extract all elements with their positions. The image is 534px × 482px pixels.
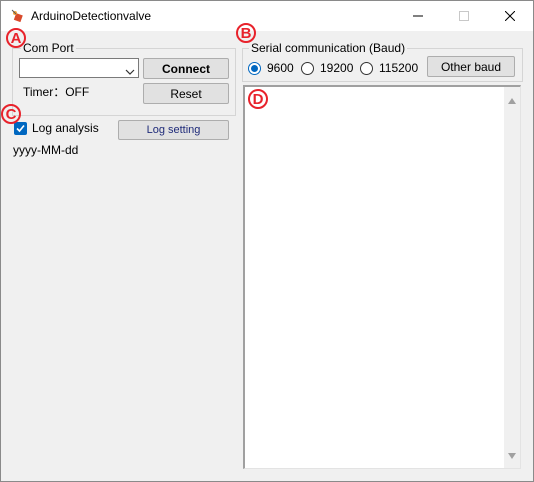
title-bar[interactable]: ArduinoDetectionvalve bbox=[1, 1, 533, 31]
connect-button[interactable]: Connect bbox=[143, 58, 229, 79]
log-analysis-checkbox[interactable] bbox=[14, 122, 27, 135]
scroll-up-icon[interactable] bbox=[508, 93, 516, 107]
com-port-group-label: Com Port bbox=[21, 41, 76, 55]
timer-status: Timer：OFF bbox=[23, 85, 90, 99]
scroll-down-icon[interactable] bbox=[508, 448, 516, 462]
vertical-scrollbar[interactable] bbox=[504, 87, 520, 468]
annotation-marker-d: D bbox=[248, 89, 268, 109]
minimize-icon bbox=[413, 15, 423, 17]
other-baud-button[interactable]: Other baud bbox=[427, 56, 515, 77]
window-title: ArduinoDetectionvalve bbox=[31, 9, 152, 23]
baud-115200-label[interactable]: 115200 bbox=[379, 61, 418, 75]
annotation-marker-a: A bbox=[6, 28, 26, 48]
log-setting-button[interactable]: Log setting bbox=[118, 120, 229, 140]
reset-button[interactable]: Reset bbox=[143, 83, 229, 104]
close-icon bbox=[505, 11, 515, 21]
maximize-icon bbox=[459, 11, 469, 21]
baud-19200-radio[interactable] bbox=[301, 62, 314, 75]
annotation-marker-b: B bbox=[236, 23, 256, 43]
date-format-label: yyyy-MM-dd bbox=[13, 143, 79, 157]
maximize-button[interactable] bbox=[441, 1, 487, 31]
app-logo-icon bbox=[10, 8, 26, 24]
baud-115200-radio[interactable] bbox=[360, 62, 373, 75]
annotation-marker-c: C bbox=[1, 104, 21, 124]
com-port-select[interactable] bbox=[19, 58, 139, 78]
chevron-down-icon bbox=[125, 64, 135, 78]
checkmark-icon bbox=[16, 124, 25, 133]
app-window: ArduinoDetectionvalve Com Port Connect T… bbox=[0, 0, 534, 482]
close-button[interactable] bbox=[487, 1, 533, 31]
serial-output-textarea[interactable] bbox=[243, 85, 521, 469]
minimize-button[interactable] bbox=[395, 1, 441, 31]
serial-communication-group-label: Serial communication (Baud) bbox=[249, 41, 408, 55]
baud-19200-label[interactable]: 19200 bbox=[320, 61, 353, 75]
baud-9600-radio[interactable] bbox=[248, 62, 261, 75]
baud-9600-label[interactable]: 9600 bbox=[267, 61, 294, 75]
log-analysis-label[interactable]: Log analysis bbox=[32, 121, 99, 135]
